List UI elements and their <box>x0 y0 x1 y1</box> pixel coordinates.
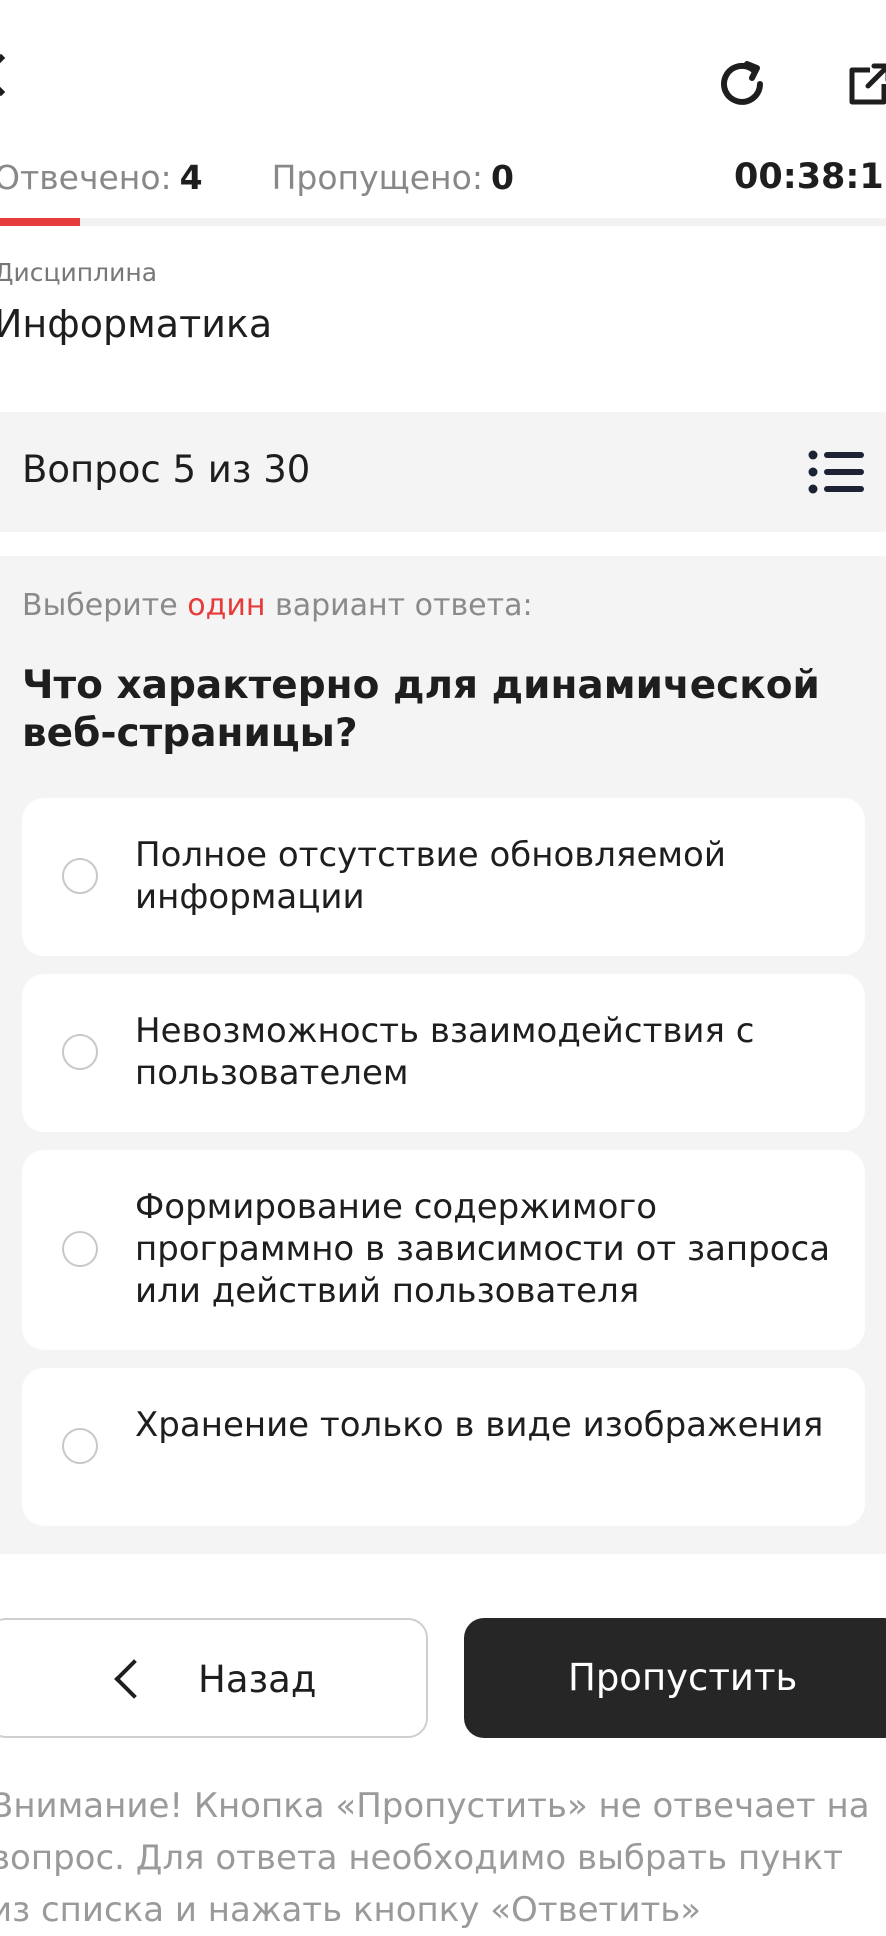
answered-label: Отвечено: <box>0 158 172 197</box>
reload-icon[interactable] <box>716 58 768 110</box>
skip-button-label: Пропустить <box>568 1656 798 1699</box>
radio-button[interactable] <box>62 1428 98 1464</box>
progress-bar <box>0 218 886 226</box>
timer: 00:38:16 <box>734 157 886 197</box>
skip-button[interactable]: Пропустить <box>464 1618 886 1738</box>
external-link-icon[interactable] <box>848 62 886 106</box>
instruction-highlight: один <box>187 588 266 623</box>
answer-option-2[interactable]: Невозможность взаимодействия с пользоват… <box>22 974 865 1132</box>
radio-button[interactable] <box>62 858 98 894</box>
back-chevron-icon[interactable] <box>0 53 23 97</box>
radio-button[interactable] <box>62 1034 98 1070</box>
answered-count: 4 <box>179 158 203 197</box>
list-icon[interactable] <box>808 450 864 494</box>
question-text: Что характерно для динамической веб-стра… <box>22 663 820 756</box>
radio-button[interactable] <box>62 1231 98 1267</box>
answer-option-text: Формирование содержимого программно в за… <box>135 1187 831 1311</box>
answer-instruction: Выберите один вариант ответа: <box>22 588 533 623</box>
instruction-suffix: вариант ответа: <box>275 588 533 623</box>
answer-option-1[interactable]: Полное отсутствие обновляемой информации <box>22 798 865 956</box>
stats-row: Отвечено: 4 Пропущено: 0 <box>0 158 514 197</box>
progress-fill <box>0 218 80 226</box>
discipline-label: Дисциплина <box>0 258 158 287</box>
answer-option-text: Невозможность взаимодействия с пользоват… <box>135 1011 755 1093</box>
discipline-value: Информатика <box>0 302 273 346</box>
question-number: Вопрос 5 из 30 <box>22 448 311 491</box>
chevron-left-icon <box>114 1659 154 1699</box>
instruction-prefix: Выберите <box>22 588 178 623</box>
skipped-count: 0 <box>490 158 514 197</box>
answer-option-text: Полное отсутствие обновляемой информации <box>135 835 726 917</box>
answer-option-text: Хранение только в виде изображения <box>135 1405 824 1445</box>
back-button-label: Назад <box>198 1658 317 1701</box>
back-button[interactable]: Назад <box>0 1618 428 1738</box>
skipped-label: Пропущено: <box>271 158 483 197</box>
skip-warning: Внимание! Кнопка «Пропустить» не отвечае… <box>0 1786 870 1930</box>
answer-option-3[interactable]: Формирование содержимого программно в за… <box>22 1150 865 1350</box>
answer-option-4[interactable]: Хранение только в виде изображения <box>22 1368 865 1526</box>
